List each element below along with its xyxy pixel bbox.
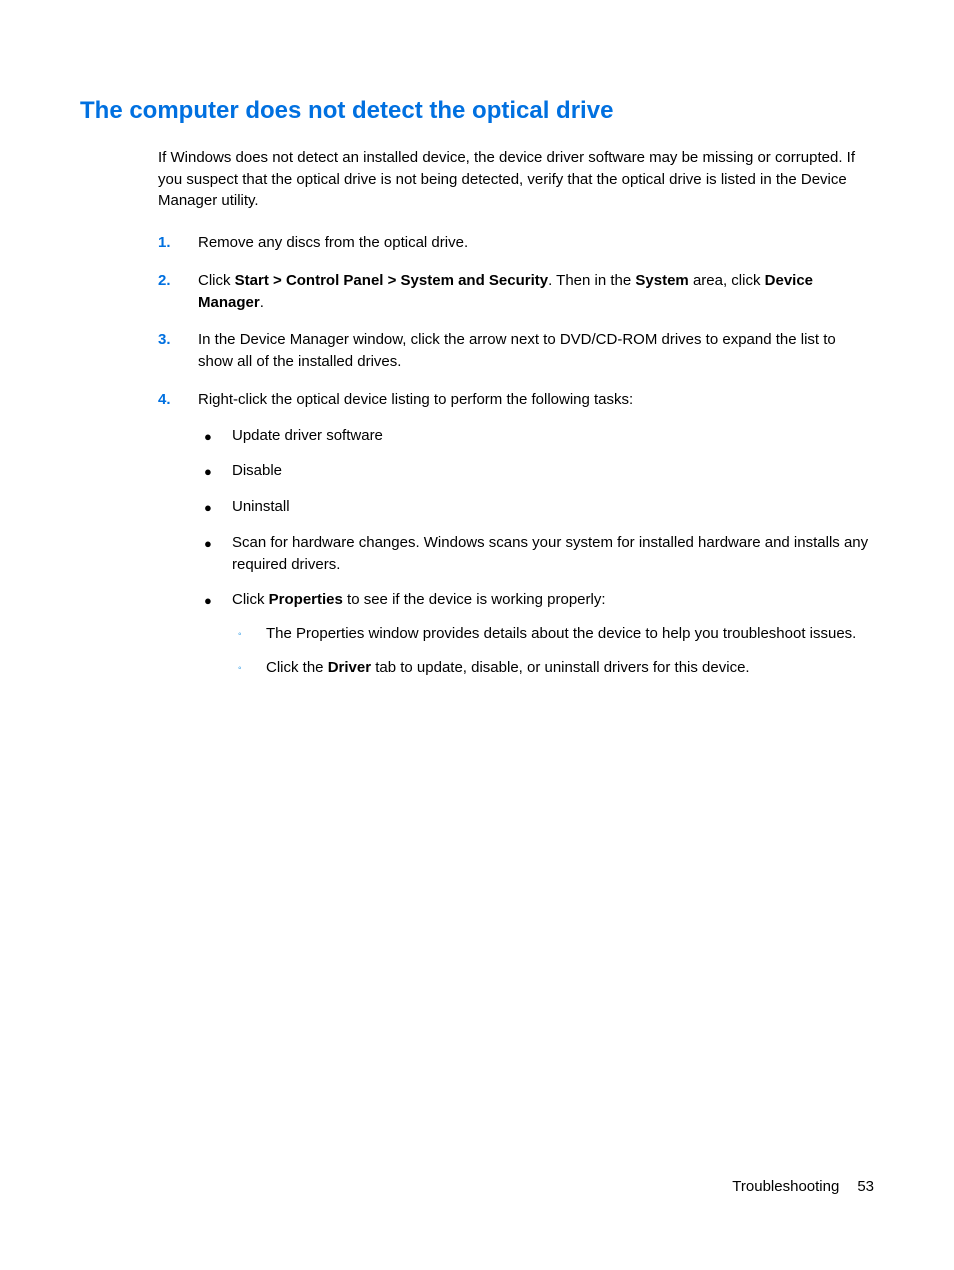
list-text: Scan for hardware changes. Windows scans… xyxy=(232,532,874,576)
document-page: The computer does not detect the optical… xyxy=(0,0,954,781)
sub-list-item: ◦ The Properties window provides details… xyxy=(238,623,874,645)
step-1: 1. Remove any discs from the optical dri… xyxy=(158,232,874,254)
step-number: 1. xyxy=(158,232,198,254)
list-item: ● Uninstall xyxy=(204,496,874,518)
bullet-list: ● Update driver software ● Disable ● Uni… xyxy=(198,425,874,691)
sub-list-item: ◦ Click the Driver tab to update, disabl… xyxy=(238,657,874,679)
text: Click xyxy=(198,272,235,289)
step-text: In the Device Manager window, click the … xyxy=(198,329,874,373)
bold-text: Start > Control Panel > System and Secur… xyxy=(235,272,548,289)
page-heading: The computer does not detect the optical… xyxy=(80,94,874,129)
list-item: ● Scan for hardware changes. Windows sca… xyxy=(204,532,874,576)
list-text: Disable xyxy=(232,460,874,482)
list-item: ● Disable xyxy=(204,460,874,482)
page-footer: Troubleshooting 53 xyxy=(732,1176,874,1198)
footer-section: Troubleshooting xyxy=(732,1178,839,1195)
bullet-icon: ● xyxy=(204,460,232,482)
footer-page-number: 53 xyxy=(857,1178,874,1195)
text: . Then in the xyxy=(548,272,635,289)
bullet-icon: ● xyxy=(204,589,232,690)
step-text: Click Start > Control Panel > System and… xyxy=(198,270,874,314)
step-number: 3. xyxy=(158,329,198,373)
step-4: 4. Right-click the optical device listin… xyxy=(158,389,874,705)
list-text: Uninstall xyxy=(232,496,874,518)
intro-paragraph: If Windows does not detect an installed … xyxy=(158,147,874,212)
text: area, click xyxy=(689,272,765,289)
text: Click the xyxy=(266,659,328,676)
bold-text: System xyxy=(635,272,688,289)
list-body: Click Properties to see if the device is… xyxy=(232,589,874,690)
sub-text: The Properties window provides details a… xyxy=(266,623,874,645)
step-body: Right-click the optical device listing t… xyxy=(198,389,874,705)
text: . xyxy=(260,294,264,311)
step-2: 2. Click Start > Control Panel > System … xyxy=(158,270,874,314)
text: Click xyxy=(232,591,269,608)
ring-icon: ◦ xyxy=(238,623,266,645)
bullet-icon: ● xyxy=(204,532,232,576)
bold-text: Properties xyxy=(269,591,343,608)
ordered-list: 1. Remove any discs from the optical dri… xyxy=(158,232,874,705)
bullet-icon: ● xyxy=(204,496,232,518)
bullet-icon: ● xyxy=(204,425,232,447)
step-text: Right-click the optical device listing t… xyxy=(198,389,874,411)
list-item: ● Update driver software xyxy=(204,425,874,447)
ring-icon: ◦ xyxy=(238,657,266,679)
bold-text: Driver xyxy=(328,659,371,676)
step-3: 3. In the Device Manager window, click t… xyxy=(158,329,874,373)
sub-text: Click the Driver tab to update, disable,… xyxy=(266,657,874,679)
list-text: Update driver software xyxy=(232,425,874,447)
list-item: ● Click Properties to see if the device … xyxy=(204,589,874,690)
text: tab to update, disable, or uninstall dri… xyxy=(371,659,750,676)
step-number: 4. xyxy=(158,389,198,705)
step-number: 2. xyxy=(158,270,198,314)
step-text: Remove any discs from the optical drive. xyxy=(198,232,874,254)
text: to see if the device is working properly… xyxy=(343,591,606,608)
sub-list: ◦ The Properties window provides details… xyxy=(232,623,874,679)
